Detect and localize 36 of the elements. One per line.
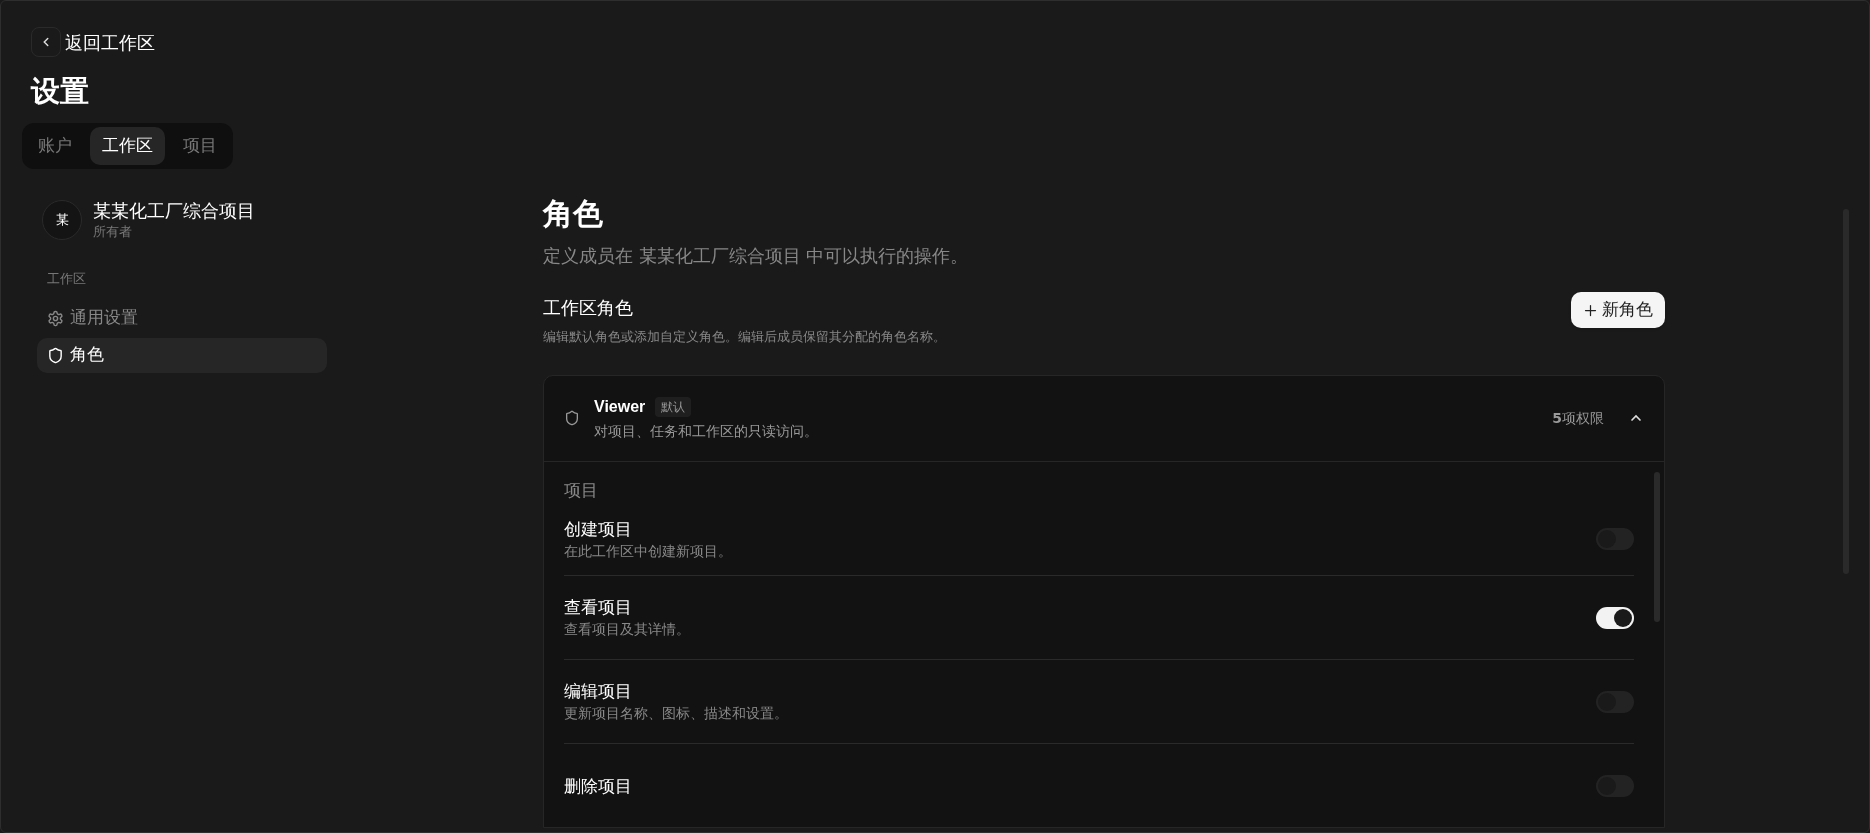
new-role-button[interactable]: 新角色 bbox=[1571, 292, 1665, 328]
page-title: 设置 bbox=[31, 73, 90, 110]
settings-tab[interactable]: 账户 bbox=[26, 127, 84, 165]
sidebar-item[interactable]: 通用设置 bbox=[37, 300, 327, 336]
role-name: Viewer bbox=[594, 396, 646, 417]
back-button[interactable] bbox=[31, 27, 61, 57]
inner-scrollbar[interactable] bbox=[1654, 471, 1660, 622]
plus-icon bbox=[1583, 302, 1598, 318]
workspace-avatar: 某 bbox=[42, 200, 82, 240]
permission-name: 编辑项目 bbox=[564, 680, 633, 703]
workspace-name: 某某化工厂综合项目 bbox=[93, 199, 255, 223]
subsection-description: 编辑默认角色或添加自定义角色。编辑后成员保留其分配的角色名称。 bbox=[543, 328, 946, 346]
sidebar-item[interactable]: 角色 bbox=[37, 337, 327, 373]
sidebar-section-label: 工作区 bbox=[46, 270, 87, 288]
permission-description: 更新项目名称、图标、描述和设置。 bbox=[564, 704, 788, 723]
permission-name: 查看项目 bbox=[564, 596, 633, 619]
role-description: 对项目、任务和工作区的只读访问。 bbox=[594, 421, 818, 441]
back-link[interactable]: 返回工作区 bbox=[65, 28, 155, 56]
shield-icon bbox=[564, 410, 580, 426]
settings-icon bbox=[47, 309, 64, 327]
subsection-title: 工作区角色 bbox=[543, 296, 634, 320]
permission-description: 在此工作区中创建新项目。 bbox=[564, 541, 732, 561]
settings-tab[interactable]: 项目 bbox=[171, 127, 229, 165]
permission-toggle[interactable] bbox=[1596, 606, 1634, 629]
permission-group-title: 项目 bbox=[564, 478, 599, 502]
default-badge: 默认 bbox=[655, 396, 692, 417]
section-description: 定义成员在 某某化工厂综合项目 中可以执行的操作。 bbox=[543, 244, 970, 268]
settings-tab[interactable]: 工作区 bbox=[90, 127, 165, 165]
permission-count: 5项权限 bbox=[1552, 408, 1604, 428]
permission-name: 创建项目 bbox=[564, 517, 633, 541]
permission-name: 删除项目 bbox=[564, 774, 632, 798]
workspace-role: 所有者 bbox=[93, 223, 133, 241]
section-heading: 角色 bbox=[543, 195, 604, 233]
shield-icon bbox=[47, 346, 64, 364]
permission-description: 查看项目及其详情。 bbox=[564, 620, 690, 639]
role-header[interactable]: Viewer 默认 对项目、任务和工作区的只读访问。 5项权限 bbox=[544, 375, 1664, 462]
